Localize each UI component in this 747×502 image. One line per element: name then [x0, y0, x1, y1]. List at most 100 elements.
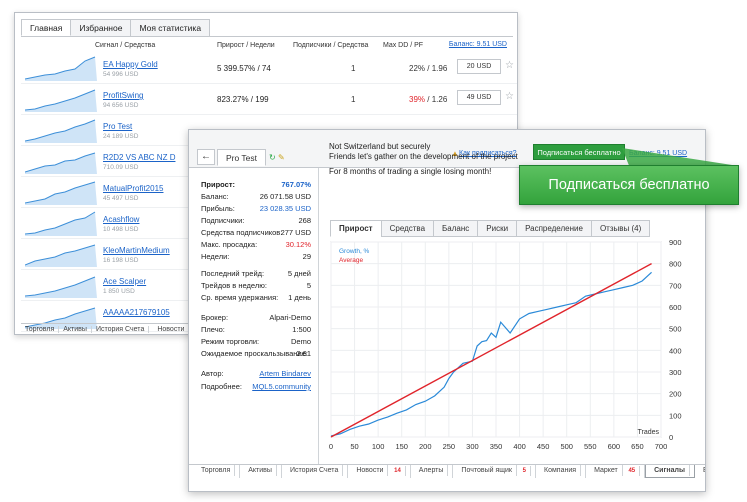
signal-name-link[interactable]: MatualProfit2015 [103, 184, 163, 193]
stat-label: Брокер: [201, 313, 229, 322]
signal-price-button[interactable]: 49 USD [457, 90, 501, 105]
description-line-1: Not Switzerland but securely [329, 142, 431, 151]
stat-link[interactable]: Artem Bindarev [259, 369, 311, 378]
back-arrow-button[interactable]: ← [197, 149, 215, 165]
stat-label: Режим торговли: [201, 337, 260, 346]
x-tick-label: 100 [372, 442, 385, 451]
signal-name-link[interactable]: Acashflow [103, 215, 139, 224]
tab-equity[interactable]: Средства [380, 220, 435, 237]
bottom-tab[interactable]: Компания [536, 465, 587, 478]
signal-growth: 5 399.57% / 74 [217, 64, 271, 73]
stat-row: Подробнее: MQL5.community [201, 382, 311, 392]
front-bottom-tabs: Торговля Активы История Счета Новости 14 Але… [189, 464, 705, 478]
signal-price-button[interactable]: 20 USD [457, 59, 501, 74]
stat-link[interactable]: MQL5.community [252, 382, 311, 391]
x-tick-label: 300 [466, 442, 479, 451]
signal-subscribers: 1 [351, 95, 356, 104]
signal-balance: 54 996 USD [103, 71, 139, 78]
signal-sparkline [25, 89, 97, 112]
signal-sparkline [25, 244, 97, 267]
stat-row: Средства подписчиков: 277 USD [201, 228, 311, 238]
back-tab-trade[interactable]: Торговля [21, 326, 60, 333]
bottom-tab-label: Маркет [590, 465, 623, 476]
signals-table-header: Сигнал / Средства Прирост / Недели Подпи… [21, 36, 513, 51]
signal-balance: 45 497 USD [103, 195, 139, 202]
bottom-tab[interactable]: Алерты [411, 465, 454, 478]
signal-balance: 10 498 USD [103, 226, 139, 233]
back-bottom-tabs: Торговля Активы История Счета Новости 14 [21, 323, 213, 333]
stat-value: 1 день [288, 293, 311, 302]
signal-stats-panel: Прирост: 767.07% Баланс: 26 071.58 USD Прибы… [189, 168, 319, 468]
detail-tab[interactable]: Pro Test [217, 149, 267, 166]
header-dd: Max DD / PF [383, 42, 424, 49]
signal-name-link[interactable]: KleoMartinMedium [103, 246, 170, 255]
signal-name-link[interactable]: EA Happy Gold [103, 60, 158, 69]
subscribe-free-button[interactable]: Подписаться бесплатно [533, 144, 625, 160]
legend-entry: Growth, % [339, 248, 370, 255]
bottom-tab-label: Алерты [414, 465, 449, 476]
stat-row: Трейдов в неделю: 5 [201, 281, 311, 291]
bottom-tab[interactable]: История Счета [282, 465, 349, 478]
signal-row[interactable]: ProfitSwing 94 656 USD 823.27% / 199 1 39% /… [21, 84, 517, 115]
stat-value: 767.07% [281, 180, 311, 189]
stat-label: Плечо: [201, 325, 225, 334]
back-balance-link[interactable]: Баланс: 9.51 USD [449, 41, 507, 48]
stat-row: Последний трейд: 5 дней [201, 269, 311, 279]
stat-row: Ожидаемое проскальзывание: 2.61 [201, 349, 311, 359]
bottom-tab[interactable]: Маркет 45 [586, 465, 646, 478]
star-icon[interactable]: ☆ [505, 91, 514, 102]
signal-name-link[interactable]: Pro Test [103, 122, 132, 131]
bottom-tab-count: 5 [517, 466, 532, 476]
signal-row[interactable]: EA Happy Gold 54 996 USD 5 399.57% / 74 1 22… [21, 53, 517, 84]
signal-name-link[interactable]: R2D2 VS ABC NZ D [103, 153, 175, 162]
bottom-tab[interactable]: Активы [240, 465, 282, 478]
stat-row: Прибыль: 23 028.35 USD [201, 204, 311, 214]
tab-favorites[interactable]: Избранное [70, 19, 132, 36]
signal-sparkline [25, 152, 97, 174]
tab-balance[interactable]: Баланс [433, 220, 479, 237]
star-icon[interactable]: ☆ [505, 60, 514, 71]
signal-name-link[interactable]: Ace Scalper [103, 277, 146, 286]
x-tick-label: 450 [537, 442, 550, 451]
arrow-left-icon: ← [201, 151, 211, 162]
back-tab-assets[interactable]: Активы [59, 326, 92, 333]
bottom-tab[interactable]: Почтовый ящик 5 [453, 465, 537, 478]
legend-entry: Average [339, 257, 363, 264]
tab-home[interactable]: Главная [21, 19, 72, 36]
bottom-tab[interactable]: Торговля [193, 465, 241, 478]
stat-row: Баланс: 26 071.58 USD [201, 192, 311, 202]
tab-risks[interactable]: Риски [477, 220, 518, 237]
stat-row: Подписчики: 268 [201, 216, 311, 226]
tab-distribution[interactable]: Распределение [516, 220, 592, 237]
y-tick-label: 900 [669, 238, 682, 247]
signal-name-link[interactable]: AAAAA217679105 [103, 308, 170, 317]
stat-value: 29 [302, 252, 311, 261]
stat-label: Прибыль: [201, 204, 235, 213]
signal-balance: 94 656 USD [103, 102, 139, 109]
tab-reviews[interactable]: Отзывы (4) [590, 220, 651, 237]
refresh-icon[interactable]: ↻ ✎ [269, 153, 285, 162]
stat-value: 5 [306, 281, 311, 290]
back-tab-history[interactable]: История Счета [92, 326, 150, 333]
stat-row: Ср. время удержания: 1 день [201, 293, 311, 303]
header-signals: Сигнал / Средства [95, 42, 156, 49]
signal-balance: 16 198 USD [103, 257, 139, 264]
signal-name-link[interactable]: ProfitSwing [103, 91, 143, 100]
stat-label: Ожидаемое проскальзывание: [201, 349, 308, 358]
x-tick-label: 150 [395, 442, 408, 451]
tab-growth[interactable]: Прирост [330, 220, 382, 237]
y-tick-label: 100 [669, 411, 682, 420]
x-tick-label: 700 [655, 442, 668, 451]
tab-my-stats[interactable]: Моя статистика [130, 19, 211, 36]
back-tab-news-label: Новости [153, 326, 190, 333]
stat-label: Баланс: [201, 192, 229, 201]
bottom-tab[interactable]: Библиотека [695, 465, 705, 478]
x-tick-label: 650 [631, 442, 644, 451]
bottom-tab[interactable]: Сигналы [645, 465, 695, 478]
stat-value: 30.12% [285, 240, 311, 249]
bottom-tab-label: Сигналы [650, 465, 690, 476]
bottom-tab[interactable]: Новости 14 [348, 465, 411, 478]
stat-label: Средства подписчиков: [201, 228, 283, 237]
subscribe-free-callout[interactable]: Подписаться бесплатно [519, 165, 739, 205]
header-growth: Прирост / Недели [217, 42, 275, 49]
